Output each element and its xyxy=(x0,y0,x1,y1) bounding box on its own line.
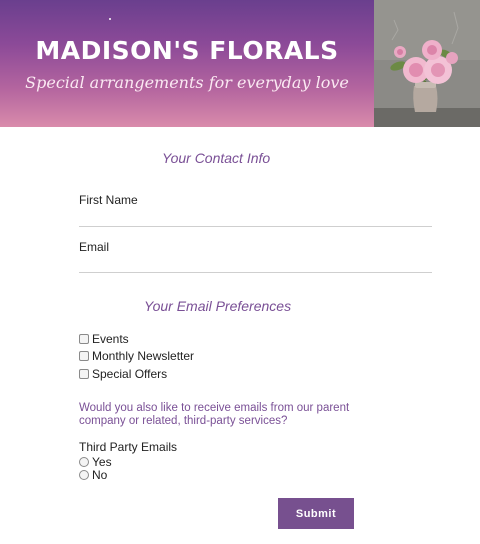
header-banner: MADISON'S FLORALS Special arrangements f… xyxy=(0,0,480,127)
flower-vase-icon xyxy=(374,0,480,127)
newsletter-checkbox-row[interactable]: Monthly Newsletter xyxy=(79,349,194,363)
yes-radio[interactable] xyxy=(79,456,89,467)
no-label: No xyxy=(92,467,108,482)
brand-tagline: Special arrangements for everyday love xyxy=(25,73,349,92)
brand-title: MADISON'S FLORALS xyxy=(35,36,339,65)
no-radio[interactable] xyxy=(79,469,89,480)
contact-info-heading: Your Contact Info xyxy=(162,150,271,166)
events-checkbox[interactable] xyxy=(79,334,89,344)
monthly-newsletter-checkbox[interactable] xyxy=(79,351,89,361)
email-underline xyxy=(79,272,432,273)
yes-label: Yes xyxy=(92,454,112,469)
monthly-newsletter-label: Monthly Newsletter xyxy=(92,349,195,363)
email-input[interactable] xyxy=(79,251,432,271)
third-party-label: Third Party Emails xyxy=(79,440,178,454)
no-radio-row[interactable]: No xyxy=(79,467,108,482)
email-preferences-heading: Your Email Preferences xyxy=(144,298,292,314)
flower-vase-image xyxy=(374,0,480,127)
banner-background: MADISON'S FLORALS Special arrangements f… xyxy=(0,0,374,127)
submit-button[interactable]: Submit xyxy=(278,498,354,529)
third-party-question: Would you also like to receive emails fr… xyxy=(79,402,350,427)
first-name-input[interactable] xyxy=(79,205,432,225)
yes-radio-row[interactable]: Yes xyxy=(79,454,112,469)
events-label: Events xyxy=(92,332,129,346)
first-name-underline xyxy=(79,226,432,227)
events-checkbox-row[interactable]: Events xyxy=(79,332,129,346)
special-offers-label: Special Offers xyxy=(92,367,168,381)
special-offers-checkbox[interactable] xyxy=(79,369,89,379)
special-offers-checkbox-row[interactable]: Special Offers xyxy=(79,367,167,381)
